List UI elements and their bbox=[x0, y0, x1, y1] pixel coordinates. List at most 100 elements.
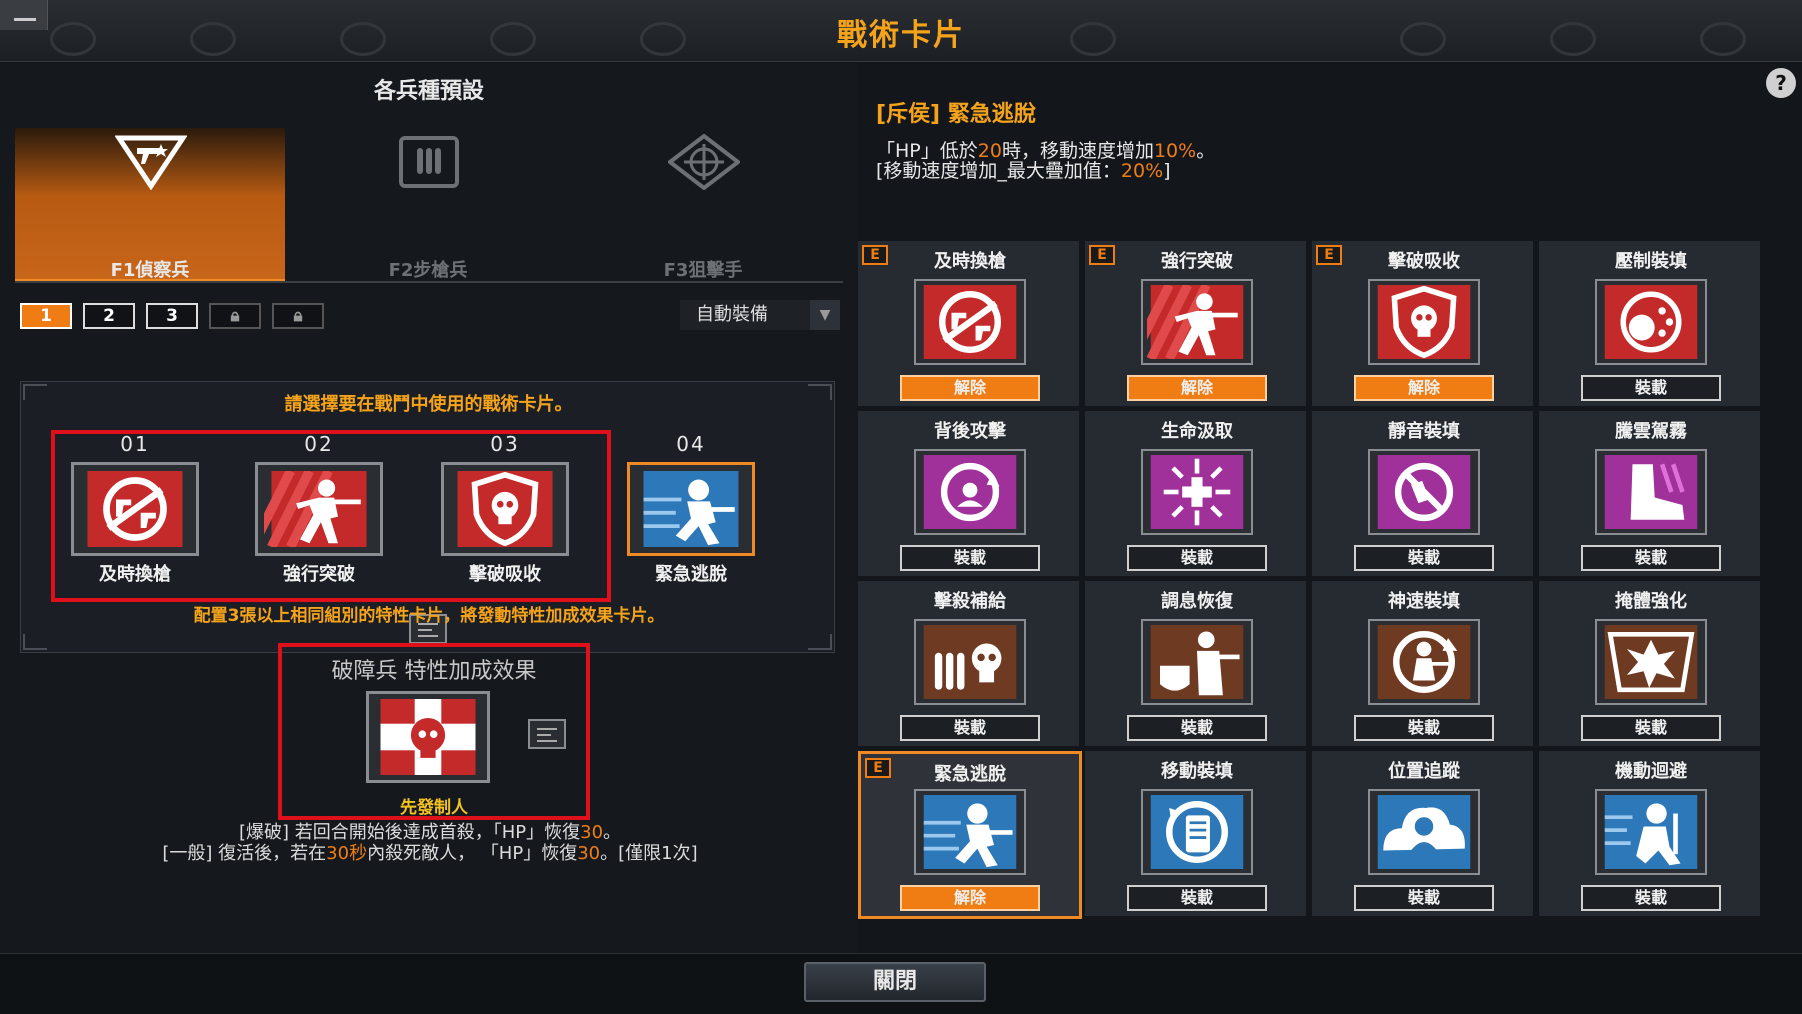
kill-absorb-icon bbox=[1368, 279, 1480, 365]
suppress-reload-icon bbox=[1595, 279, 1707, 365]
unequip-button[interactable]: 解除 bbox=[900, 885, 1040, 911]
tab-label: F3狙擊手 bbox=[663, 260, 743, 281]
tab-scout[interactable]: F1偵察兵 bbox=[15, 128, 285, 283]
slot-number: 03 bbox=[490, 432, 520, 456]
auto-equip-label: 自動裝備 bbox=[696, 304, 768, 325]
breakthrough-icon bbox=[255, 462, 383, 556]
card-name: 神速裝填 bbox=[1388, 591, 1460, 612]
equip-button[interactable]: 裝載 bbox=[1354, 885, 1494, 911]
preset-locked-button[interactable]: 🔒︎ bbox=[272, 303, 324, 329]
bonus-title: 破障兵 特性加成效果 bbox=[331, 659, 537, 684]
card-cell[interactable]: E 擊破吸收 解除 bbox=[1312, 241, 1536, 409]
card-cell[interactable]: 生命汲取 裝載 bbox=[1085, 411, 1309, 579]
card-cell[interactable]: E 及時換槍 解除 bbox=[858, 241, 1082, 409]
slot-label: 緊急逃脫 bbox=[655, 564, 727, 585]
cover-boost-icon bbox=[1595, 619, 1707, 705]
card-name: 擊破吸收 bbox=[1388, 251, 1460, 272]
auto-equip-dropdown[interactable]: 自動裝備 ▼ bbox=[680, 300, 840, 330]
card-name: 生命汲取 bbox=[1161, 421, 1233, 442]
chevron-down-icon: ▼ bbox=[810, 300, 840, 330]
card-slot-3[interactable]: 03 擊破吸收 bbox=[435, 432, 575, 586]
select-prompt: 請選擇要在戰鬥中使用的戰術卡片。 bbox=[284, 394, 573, 415]
boot-icon bbox=[1595, 449, 1707, 535]
unequip-button[interactable]: 解除 bbox=[900, 375, 1040, 401]
card-name: 緊急逃脫 bbox=[934, 764, 1006, 785]
equip-button[interactable]: 裝載 bbox=[1581, 715, 1721, 741]
preset-locked-button[interactable]: 🔒︎ bbox=[209, 303, 261, 329]
card-cell[interactable]: 擊殺補給 裝載 bbox=[858, 581, 1082, 749]
corner-decoration bbox=[23, 634, 47, 650]
equip-button[interactable]: 裝載 bbox=[900, 545, 1040, 571]
desc-text: 內殺死敵人， 「HP」恢復 bbox=[367, 843, 578, 864]
desc-value: 30 bbox=[577, 843, 601, 864]
first-strike-icon bbox=[374, 699, 482, 775]
emergency-escape-icon bbox=[914, 789, 1026, 875]
position-tracking-icon bbox=[1368, 789, 1480, 875]
equip-button[interactable]: 裝載 bbox=[1354, 715, 1494, 741]
equip-button[interactable]: 裝載 bbox=[1127, 715, 1267, 741]
card-name: 調息恢復 bbox=[1161, 591, 1233, 612]
card-cell[interactable]: 移動裝填 裝載 bbox=[1085, 751, 1309, 919]
equip-button[interactable]: 裝載 bbox=[1127, 885, 1267, 911]
card-name: 機動迴避 bbox=[1615, 761, 1687, 782]
tab-label: F1偵察兵 bbox=[110, 260, 190, 281]
preset-1-button[interactable]: 1 bbox=[20, 303, 72, 329]
window-title: 戰術卡片 bbox=[837, 18, 965, 53]
card-name: 壓制裝填 bbox=[1615, 251, 1687, 272]
card-cell[interactable]: 機動迴避 裝載 bbox=[1539, 751, 1763, 919]
card-slot-1[interactable]: 01 及時換槍 bbox=[65, 432, 205, 586]
card-cell[interactable]: 位置追蹤 裝載 bbox=[1312, 751, 1536, 919]
equip-button[interactable]: 裝載 bbox=[900, 715, 1040, 741]
card-cell[interactable]: 調息恢復 裝載 bbox=[1085, 581, 1309, 749]
card-slot-4[interactable]: 04 緊急逃脫 bbox=[621, 432, 761, 586]
rifleman-class-icon bbox=[393, 134, 465, 190]
bonus-detail-button[interactable] bbox=[528, 719, 566, 749]
desc-value: 30秒 bbox=[326, 843, 368, 864]
card-cell[interactable]: 騰雲駕霧 裝載 bbox=[1539, 411, 1763, 579]
card-cell[interactable]: 神速裝填 裝載 bbox=[1312, 581, 1536, 749]
bonus-name: 先發制人 bbox=[400, 798, 468, 818]
desc-text: ] bbox=[1163, 160, 1171, 182]
card-name: 掩體強化 bbox=[1615, 591, 1687, 612]
card-cell[interactable]: E 強行突破 解除 bbox=[1085, 241, 1309, 409]
equip-button[interactable]: 裝載 bbox=[1581, 375, 1721, 401]
slot-number: 04 bbox=[676, 432, 706, 456]
equip-button[interactable]: 裝載 bbox=[1581, 545, 1721, 571]
breath-recovery-icon bbox=[1141, 619, 1253, 705]
silent-reload-icon bbox=[1368, 449, 1480, 535]
card-cell-selected[interactable]: E 緊急逃脫 解除 bbox=[858, 751, 1082, 919]
tab-label: F2步槍兵 bbox=[388, 260, 468, 281]
tab-divider bbox=[15, 281, 843, 283]
left-panel: 各兵種預設 F1偵察兵 F2步槍兵 F3狙擊手 1 2 3 🔒︎ 🔒︎ 自動裝備… bbox=[0, 63, 858, 953]
breakthrough-icon bbox=[1141, 279, 1253, 365]
desc-text: [一般] 復活後，若在 bbox=[162, 843, 327, 864]
card-cell[interactable]: 背後攻擊 裝載 bbox=[858, 411, 1082, 579]
preset-2-button[interactable]: 2 bbox=[83, 303, 135, 329]
bonus-card[interactable] bbox=[366, 691, 490, 783]
desc-text: 。[僅限1次] bbox=[600, 843, 698, 864]
tab-rifleman[interactable]: F2步槍兵 bbox=[293, 128, 563, 283]
scout-class-icon bbox=[114, 134, 188, 191]
card-name: 騰雲駕霧 bbox=[1615, 421, 1687, 442]
preset-3-button[interactable]: 3 bbox=[146, 303, 198, 329]
card-cell[interactable]: 掩體強化 裝載 bbox=[1539, 581, 1763, 749]
slot-label: 擊破吸收 bbox=[469, 564, 541, 585]
slot-label: 強行突破 bbox=[283, 564, 355, 585]
equip-button[interactable]: 裝載 bbox=[1354, 545, 1494, 571]
card-cell[interactable]: 壓制裝填 裝載 bbox=[1539, 241, 1763, 409]
help-icon[interactable]: ? bbox=[1766, 68, 1796, 98]
dodge-icon bbox=[1595, 789, 1707, 875]
card-name: 及時換槍 bbox=[934, 251, 1006, 272]
card-name: 靜音裝填 bbox=[1388, 421, 1460, 442]
close-button[interactable]: 關閉 bbox=[804, 962, 986, 1002]
card-slot-2[interactable]: 02 強行突破 bbox=[249, 432, 389, 586]
section-title: 各兵種預設 bbox=[373, 79, 484, 104]
unequip-button[interactable]: 解除 bbox=[1127, 375, 1267, 401]
kill-supply-icon bbox=[914, 619, 1026, 705]
card-name: 位置追蹤 bbox=[1388, 761, 1460, 782]
tab-sniper[interactable]: F3狙擊手 bbox=[568, 128, 838, 283]
unequip-button[interactable]: 解除 bbox=[1354, 375, 1494, 401]
equip-button[interactable]: 裝載 bbox=[1581, 885, 1721, 911]
card-cell[interactable]: 靜音裝填 裝載 bbox=[1312, 411, 1536, 579]
equip-button[interactable]: 裝載 bbox=[1127, 545, 1267, 571]
